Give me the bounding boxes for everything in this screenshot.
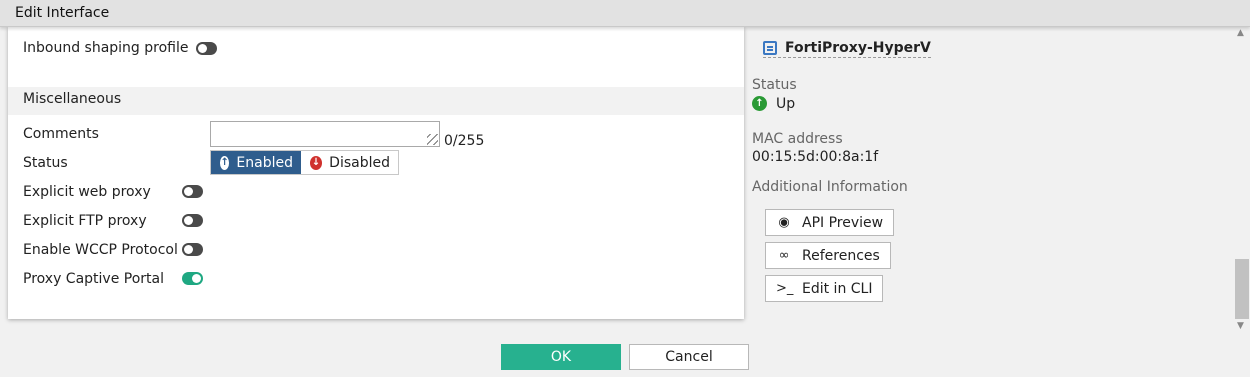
cancel-button[interactable]: Cancel xyxy=(629,344,749,370)
status-disabled-button[interactable]: ↓ Disabled xyxy=(301,151,398,174)
device-link[interactable]: FortiProxy-HyperV xyxy=(763,40,931,58)
status-label: Status xyxy=(23,155,68,171)
explicit-web-proxy-toggle[interactable] xyxy=(182,185,203,198)
arrow-down-circle-icon: ↓ xyxy=(310,155,323,170)
explicit-ftp-proxy-label: Explicit FTP proxy xyxy=(23,213,147,229)
arrow-up-circle-icon: ↑ xyxy=(752,96,767,111)
scrollbar-thumb[interactable] xyxy=(1235,259,1249,319)
edit-in-cli-button[interactable]: >_ Edit in CLI xyxy=(765,275,884,302)
mac-address-label: MAC address xyxy=(752,131,843,147)
resize-grip-icon[interactable] xyxy=(427,134,438,145)
device-name: FortiProxy-HyperV xyxy=(785,40,931,56)
status-info-value: Up xyxy=(776,96,796,112)
comments-textarea[interactable] xyxy=(210,121,440,147)
arrow-up-circle-icon: ↑ xyxy=(220,155,230,170)
misc-section-title: Miscellaneous xyxy=(23,91,122,107)
status-toggle-group: ↑ Enabled ↓ Disabled xyxy=(210,150,399,175)
status-info-label: Status xyxy=(752,77,797,93)
explicit-web-proxy-label: Explicit web proxy xyxy=(23,184,151,200)
wccp-label: Enable WCCP Protocol xyxy=(23,242,178,258)
inbound-shaping-label: Inbound shaping profile xyxy=(23,40,189,56)
explicit-ftp-proxy-toggle[interactable] xyxy=(182,214,203,227)
status-enabled-label: Enabled xyxy=(236,154,293,171)
inbound-shaping-toggle[interactable] xyxy=(196,42,217,55)
api-preview-button[interactable]: ◉ API Preview xyxy=(765,209,895,236)
api-preview-label: API Preview xyxy=(802,214,884,231)
references-button[interactable]: ∞ References xyxy=(765,242,891,269)
status-disabled-label: Disabled xyxy=(329,154,390,171)
eye-icon: ◉ xyxy=(778,215,790,230)
edit-interface-form: Inbound shaping profile Miscellaneous Co… xyxy=(8,27,744,319)
sidebar-scrollbar[interactable]: ▲ ▼ xyxy=(1234,27,1250,333)
link-icon: ∞ xyxy=(778,248,790,263)
terminal-icon: >_ xyxy=(776,281,794,296)
additional-info-label: Additional Information xyxy=(752,179,908,195)
scroll-down-icon[interactable]: ▼ xyxy=(1237,321,1244,331)
device-icon xyxy=(763,41,777,55)
info-sidebar: FortiProxy-HyperV Status ↑ Up MAC addres… xyxy=(752,0,1232,377)
references-label: References xyxy=(802,247,880,264)
misc-section-header: Miscellaneous xyxy=(8,87,744,115)
status-enabled-button[interactable]: ↑ Enabled xyxy=(211,151,301,174)
comments-label: Comments xyxy=(23,126,99,142)
captive-portal-label: Proxy Captive Portal xyxy=(23,271,164,287)
edit-in-cli-label: Edit in CLI xyxy=(802,280,873,297)
scroll-up-icon[interactable]: ▲ xyxy=(1237,28,1244,38)
window-titlebar: Edit Interface xyxy=(0,0,1250,27)
wccp-toggle[interactable] xyxy=(182,243,203,256)
window-title: Edit Interface xyxy=(15,5,110,21)
ok-button[interactable]: OK xyxy=(501,344,621,370)
captive-portal-toggle[interactable] xyxy=(182,272,203,285)
comments-counter: 0/255 xyxy=(444,133,485,149)
mac-address-value: 00:15:5d:00:8a:1f xyxy=(752,149,879,165)
